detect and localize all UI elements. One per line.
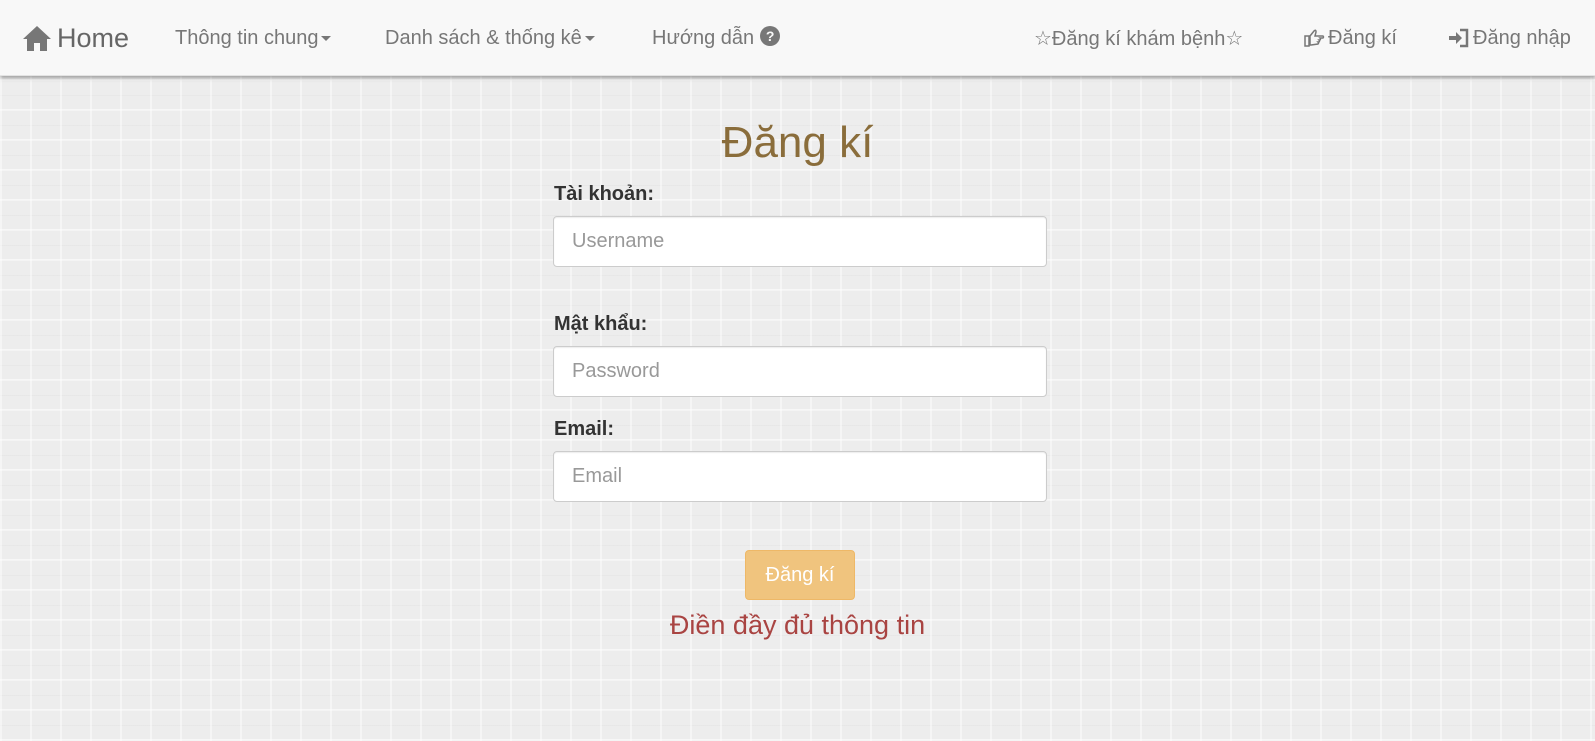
menu-guide[interactable]: Hướng dẫn ? [652,0,781,76]
navbar: Home Thông tin chung Danh sách & thống k… [0,0,1595,76]
username-input[interactable] [553,216,1047,267]
username-label: Tài khoản: [554,183,655,205]
login-label: Đăng nhập [1473,26,1571,49]
menu-lists-label: Danh sách & thống kê [385,26,582,49]
email-label: Email: [554,418,615,440]
register-link[interactable]: Đăng kí [1303,0,1397,76]
sign-in-icon [1449,28,1469,48]
menu-general-label: Thông tin chung [175,26,319,49]
password-input[interactable] [553,346,1047,397]
page-title: Đăng kí [721,118,874,167]
register-label: Đăng kí [1328,26,1397,49]
menu-guide-label: Hướng dẫn [652,26,755,49]
email-input[interactable] [553,451,1047,502]
register-submit-button[interactable]: Đăng kí [745,550,855,600]
error-message: Điền đầy đủ thông tin [669,610,926,640]
question-circle-icon: ? [760,26,781,46]
register-exam-label: ☆Đăng kí khám bệnh☆ [1034,27,1244,50]
register-exam-link[interactable]: ☆Đăng kí khám bệnh☆ [1034,0,1243,76]
caret-down-icon [321,35,332,41]
hand-point-right-icon [1304,29,1325,47]
home-link[interactable]: Home [22,0,129,76]
menu-general[interactable]: Thông tin chung [175,0,332,76]
caret-down-icon [584,35,595,41]
brand-label: Home [57,22,130,53]
menu-lists[interactable]: Danh sách & thống kê [385,0,595,76]
password-label: Mật khẩu: [554,313,648,335]
login-link[interactable]: Đăng nhập [1448,0,1571,76]
home-icon [23,26,51,51]
